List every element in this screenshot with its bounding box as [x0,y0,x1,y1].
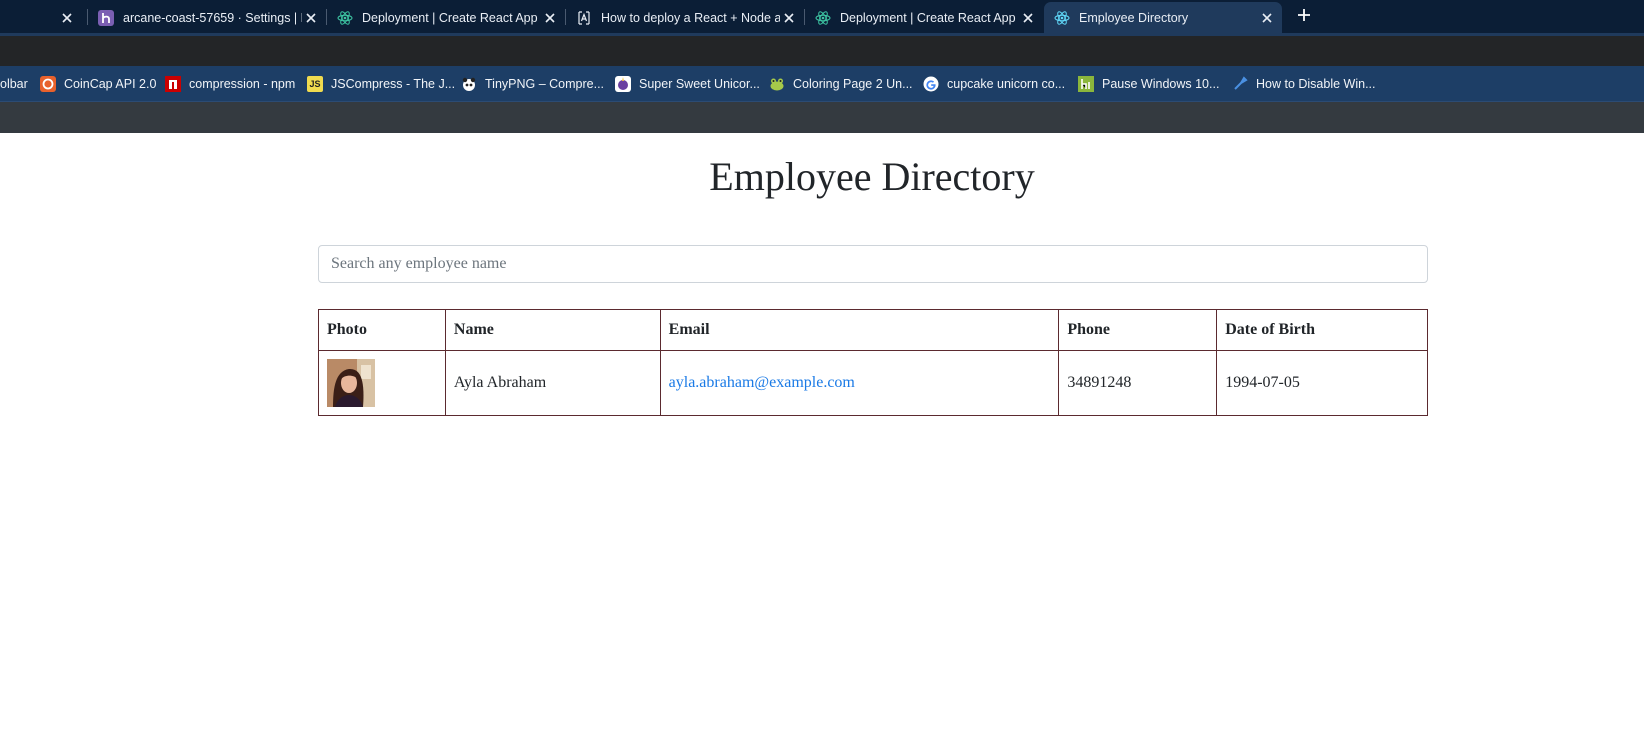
column-header-email[interactable]: Email [659,309,1060,351]
bookmark-label: cupcake unicorn co... [947,77,1066,91]
bookmark-item[interactable]: Super Sweet Unicor... [615,75,760,93]
close-icon[interactable] [1258,9,1276,27]
tab-title: Employee Directory [1079,10,1189,25]
email-cell: ayla.abraham@example.com [659,350,1060,416]
bookmark-item[interactable]: TinyPNG – Compre... [461,75,604,93]
table-header-row: Photo Name Email Phone Date of Birth [318,309,1428,351]
tool-icon [1232,76,1248,92]
coincap-icon [40,76,56,92]
react-icon [1054,10,1070,26]
table-row: Ayla Abraham ayla.abraham@example.com 34… [318,350,1428,416]
panda-icon [461,76,477,92]
dob-cell: 1994-07-05 [1216,350,1428,416]
new-tab-button[interactable] [1291,4,1317,30]
angular-icon [576,10,592,26]
bookmark-item[interactable]: CoinCap API 2.0 [40,75,156,93]
browser-tab[interactable] [0,2,82,33]
bookmark-label: compression - npm [189,77,296,91]
column-header-name[interactable]: Name [444,309,661,351]
browser-tab[interactable]: How to deploy a React + Node a [566,2,804,33]
bookmark-label: Coloring Page 2 Un... [793,77,913,91]
bookmark-item[interactable]: cupcake unicorn co... [923,75,1065,93]
bookmark-label: How to Disable Win... [1256,77,1376,91]
bookmark-item[interactable]: olbar [0,75,28,93]
close-icon[interactable] [302,9,320,27]
js-icon: JS [307,76,323,92]
unicorn-icon [615,76,631,92]
name-cell: Ayla Abraham [444,350,661,416]
browser-tab[interactable]: Deployment | Create React App [327,2,565,33]
js-icon-label: JS [309,79,321,89]
photo-cell [318,350,446,416]
bookmark-label: Super Sweet Unicor... [639,77,760,91]
browser-tab-active[interactable]: Employee Directory [1044,2,1282,33]
close-icon[interactable] [541,9,559,27]
email-link[interactable]: ayla.abraham@example.com [669,374,855,391]
frog-icon [769,76,785,92]
react-icon [815,10,831,26]
page-content: Employee Directory Photo Name Email Phon… [0,133,1644,741]
bookmark-item[interactable]: How to Disable Win... [1232,75,1375,93]
column-header-phone[interactable]: Phone [1058,309,1218,351]
browser-tab-strip: arcane-coast-57659 · Settings | H Deploy… [0,0,1644,33]
bookmark-label: Pause Windows 10... [1102,77,1220,91]
browser-toolbar [0,36,1644,66]
employee-table: Photo Name Email Phone Date of Birth Ayl… [318,309,1428,416]
browser-tab[interactable]: Deployment | Create React App [805,2,1043,33]
bookmark-label: TinyPNG – Compre... [485,77,605,91]
howtogeek-icon [1078,76,1094,92]
react-icon [337,10,353,26]
bookmark-item[interactable]: Pause Windows 10... [1078,75,1219,93]
close-icon[interactable] [780,9,798,27]
bookmarks-bar: olbar CoinCap API 2.0 compression - npm … [0,66,1644,102]
bookmark-item[interactable]: compression - npm [165,75,295,93]
search-input[interactable] [318,245,1428,283]
plus-icon [1297,8,1311,27]
npm-icon [165,76,181,92]
tab-title: How to deploy a React + Node a [601,10,780,25]
column-header-photo[interactable]: Photo [318,309,446,351]
bookmark-label: CoinCap API 2.0 [64,77,157,91]
bookmark-label: olbar [0,77,28,91]
heroku-icon [98,9,114,26]
bookmark-item[interactable]: Coloring Page 2 Un... [769,75,913,93]
browser-tab[interactable]: arcane-coast-57659 · Settings | H [88,2,326,33]
bookmark-label: JSCompress - The J... [331,77,456,91]
phone-cell: 34891248 [1058,350,1218,416]
page-title: Employee Directory [709,154,1035,199]
close-icon[interactable] [58,9,76,27]
app-navbar [0,102,1644,133]
bookmark-item[interactable]: JS JSCompress - The J... [307,75,455,93]
tab-title: Deployment | Create React App [840,10,1016,25]
close-icon[interactable] [1019,9,1037,27]
tab-title: arcane-coast-57659 · Settings | H [123,10,302,25]
column-header-dob[interactable]: Date of Birth [1216,309,1428,351]
employee-photo [327,359,375,407]
google-icon [923,76,939,92]
tab-title: Deployment | Create React App [362,10,538,25]
